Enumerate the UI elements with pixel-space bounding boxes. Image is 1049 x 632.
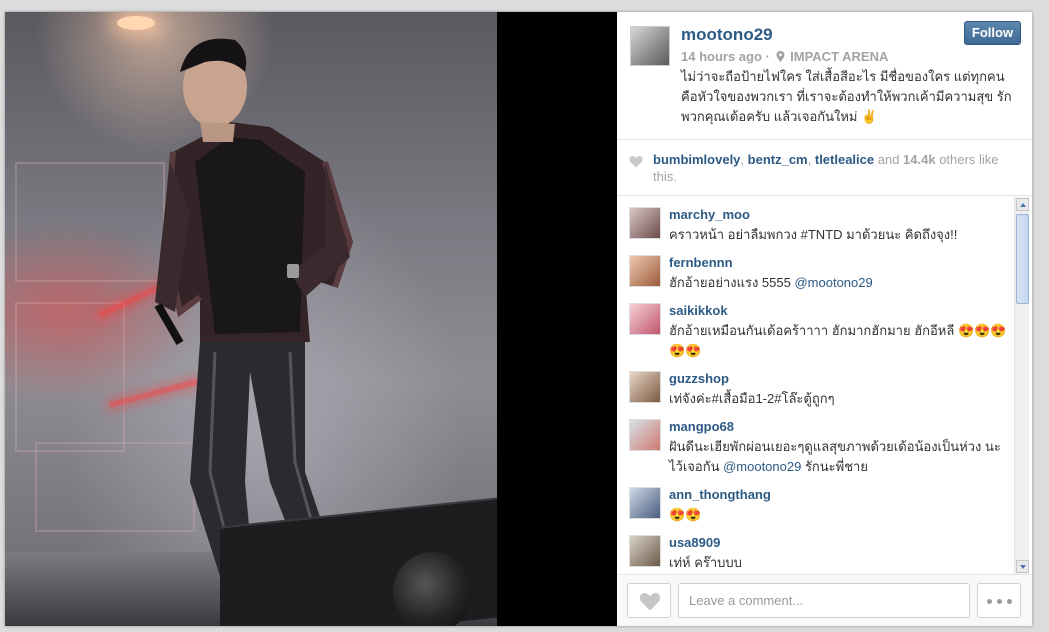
comment-body: เท่ห์ คร๊าบบบ [669, 555, 742, 570]
map-pin-icon [776, 51, 785, 62]
comments-scrollbar[interactable] [1014, 197, 1029, 574]
likes-separator: , [740, 152, 748, 167]
comment-text: เท่จังค่ะ#เสื้อมือ1-2#โล๊ะตู้ถูกๆ [669, 389, 1009, 409]
post-sidebar: mootono29 14 hours ago · IMPACT ARENA ไม… [617, 12, 1032, 626]
avatar[interactable] [629, 255, 661, 287]
comment-text: คราวหน้า อย่าลืมพกวง #TNTD มาด้วยนะ คิดถ… [669, 225, 1009, 245]
comment-body: 😍😍 [669, 507, 702, 522]
avatar[interactable] [629, 419, 661, 451]
comment-mention[interactable]: @mootono29 [723, 459, 801, 474]
likes-and: and [874, 152, 904, 167]
liker-username[interactable]: tletlealice [815, 152, 874, 167]
comment-body: คราวหน้า อย่าลืมพกวง #TNTD มาด้วยนะ คิดถ… [669, 227, 958, 242]
comment-text: ฝันดีนะเฮียพักผ่อนเยอะๆดูแลสุขภาพด้วยเด้… [669, 437, 1009, 477]
post-header: mootono29 14 hours ago · IMPACT ARENA ไม… [617, 12, 1032, 140]
scroll-thumb[interactable] [1016, 214, 1029, 304]
ellipsis-icon [987, 599, 992, 604]
comment-username[interactable]: saikikkok [669, 303, 728, 318]
comment-username[interactable]: marchy_moo [669, 207, 750, 222]
like-button[interactable] [627, 583, 671, 618]
scroll-up-button[interactable] [1016, 198, 1029, 211]
comment-username[interactable]: guzzshop [669, 371, 729, 386]
avatar[interactable] [630, 26, 670, 66]
post-time[interactable]: 14 hours ago [681, 49, 762, 64]
heart-icon [639, 593, 661, 611]
avatar[interactable] [629, 371, 661, 403]
comment-input[interactable] [678, 583, 970, 618]
liker-username[interactable]: bumbimlovely [653, 152, 740, 167]
likes-section: bumbimlovely, bentz_cm, tletlealice and … [617, 140, 1032, 196]
comment-body-tail: รักนะพี่ชาย [801, 459, 868, 474]
comment-mention[interactable]: @mootono29 [794, 275, 872, 290]
comment-username[interactable]: fernbennn [669, 255, 733, 270]
photo-modal: mootono29 14 hours ago · IMPACT ARENA ไม… [5, 12, 1032, 626]
post-location[interactable]: IMPACT ARENA [790, 49, 888, 64]
comment-username[interactable]: mangpo68 [669, 419, 734, 434]
ellipsis-icon [997, 599, 1002, 604]
meta-separator: · [765, 49, 770, 64]
post-photo [5, 12, 617, 626]
scroll-down-button[interactable] [1016, 560, 1029, 573]
likes-text: bumbimlovely, bentz_cm, tletlealice and … [653, 151, 1023, 185]
comment-body: ฮักอ้ายอย่างแรง 5555 [669, 275, 795, 290]
comment-text: เท่ห์ คร๊าบบบ [669, 553, 1009, 573]
post-username[interactable]: mootono29 [681, 25, 773, 45]
more-options-button[interactable] [977, 583, 1021, 618]
comment-text: ฮักอ้ายอย่างแรง 5555 @mootono29 [669, 273, 1009, 293]
post-meta: 14 hours ago · IMPACT ARENA [681, 49, 888, 64]
likes-count[interactable]: 14.4k [903, 152, 936, 167]
avatar[interactable] [629, 535, 661, 567]
avatar[interactable] [629, 487, 661, 519]
likes-separator: , [807, 152, 815, 167]
concert-photo [5, 12, 497, 626]
comment-footer [617, 574, 1032, 626]
comment-text: 😍😍 [669, 505, 1009, 525]
avatar[interactable] [629, 303, 661, 335]
comments-list: marchy_moo คราวหน้า อย่าลืมพกวง #TNTD มา… [617, 197, 1032, 574]
comment-username[interactable]: usa8909 [669, 535, 720, 550]
comment-text: ฮักอ้ายเหมือนกันเด้อคร้าาาา ฮักมากฮักมาย… [669, 321, 1009, 361]
comment-username[interactable]: ann_thongthang [669, 487, 771, 502]
heart-icon [629, 156, 643, 168]
ellipsis-icon [1007, 599, 1012, 604]
follow-button[interactable]: Follow [964, 21, 1021, 45]
liker-username[interactable]: bentz_cm [748, 152, 808, 167]
post-caption: ไม่ว่าจะถือป้ายไฟใคร ใส่เสื้อสีอะไร มีชื… [681, 69, 1012, 124]
avatar[interactable] [629, 207, 661, 239]
comment-body: ฮักอ้ายเหมือนกันเด้อคร้าาาา ฮักมากฮักมาย… [669, 323, 1007, 358]
comment-body: เท่จังค่ะ#เสื้อมือ1-2#โล๊ะตู้ถูกๆ [669, 391, 835, 406]
